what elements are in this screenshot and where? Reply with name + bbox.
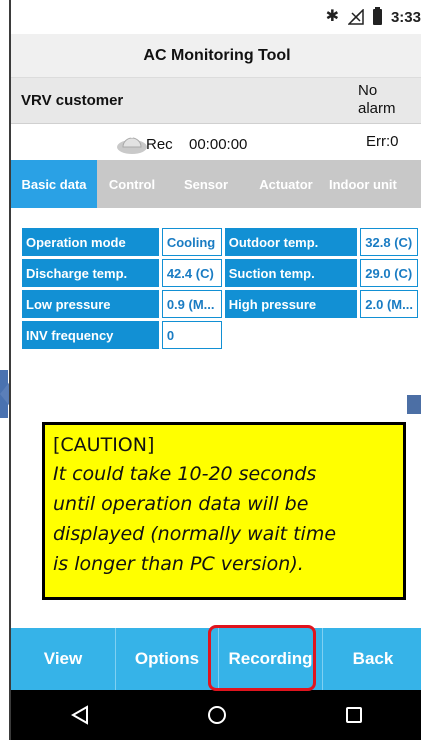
data-value: 2.0 (M...	[360, 290, 418, 318]
data-label: INV frequency	[22, 321, 159, 349]
caution-line: until operation data will be	[53, 493, 309, 515]
data-tabs: Basic data Control Sensor Actuator Indoo…	[11, 160, 421, 208]
data-value: 32.8 (C)	[360, 228, 418, 256]
phone-screenshot: ✱ 3:33 AC Monitoring Tool VRV customer N…	[0, 0, 421, 740]
data-value: 0.9 (M...	[161, 290, 222, 318]
recording-status-row: Rec 00:00:00 Err:0	[11, 124, 421, 160]
tab-indoor-unit[interactable]: Indoor unit	[327, 160, 421, 208]
data-label: High pressure	[224, 290, 358, 318]
options-button[interactable]: Options	[116, 628, 219, 690]
table-row: Operation mode Cooling Outdoor temp. 32.…	[22, 228, 418, 256]
nav-home-icon[interactable]	[187, 695, 247, 735]
caution-line: It could take 10-20 seconds	[53, 463, 317, 485]
tab-control[interactable]: Control	[97, 160, 167, 208]
basic-data-table: Operation mode Cooling Outdoor temp. 32.…	[19, 225, 421, 352]
nav-recents-icon[interactable]	[324, 695, 384, 735]
status-bar: ✱ 3:33	[11, 0, 421, 34]
recording-lamp-icon	[117, 135, 147, 154]
app-screen: ✱ 3:33 AC Monitoring Tool VRV customer N…	[9, 0, 421, 740]
bluetooth-icon: ✱	[325, 8, 339, 25]
customer-row: VRV customer No alarm	[11, 78, 421, 124]
data-value: Cooling	[161, 228, 222, 256]
view-button[interactable]: View	[11, 628, 116, 690]
data-label: Outdoor temp.	[224, 228, 358, 256]
table-row: Low pressure 0.9 (M... High pressure 2.0…	[22, 290, 418, 318]
data-value: 29.0 (C)	[360, 259, 418, 287]
data-label: Suction temp.	[224, 259, 358, 287]
customer-name: VRV customer	[21, 92, 124, 109]
error-count: Err:0	[366, 133, 399, 150]
alarm-status: No alarm	[358, 82, 396, 117]
table-row: INV frequency 0	[22, 321, 418, 349]
caution-callout: [CAUTION] It could take 10-20 seconds un…	[42, 422, 406, 600]
nav-back-icon[interactable]	[50, 695, 110, 735]
rec-timer: 00:00:00	[189, 136, 248, 153]
caution-line: is longer than PC version).	[53, 553, 304, 575]
battery-icon	[372, 7, 382, 25]
tutorial-marker	[407, 395, 421, 414]
tab-sensor[interactable]: Sensor	[167, 160, 245, 208]
data-label: Low pressure	[22, 290, 159, 318]
empty-cell	[225, 321, 358, 349]
app-title: AC Monitoring Tool	[143, 46, 291, 64]
data-value: 0	[161, 321, 222, 349]
back-button[interactable]: Back	[323, 628, 421, 690]
empty-cell	[360, 321, 418, 349]
signal-icon	[347, 9, 364, 25]
rec-label: Rec	[146, 136, 173, 153]
tab-basic-data[interactable]: Basic data	[11, 160, 97, 208]
tab-actuator[interactable]: Actuator	[245, 160, 327, 208]
data-value: 42.4 (C)	[161, 259, 222, 287]
android-nav-bar	[11, 690, 421, 740]
table-row: Discharge temp. 42.4 (C) Suction temp. 2…	[22, 259, 418, 287]
data-label: Discharge temp.	[22, 259, 159, 287]
app-title-bar: AC Monitoring Tool	[11, 34, 421, 78]
recording-button[interactable]: Recording	[219, 628, 323, 690]
data-label: Operation mode	[22, 228, 159, 256]
bottom-button-bar: View Options Recording Back	[11, 628, 421, 690]
caution-title: [CAUTION]	[53, 434, 155, 456]
caution-line: displayed (normally wait time	[53, 523, 337, 545]
status-time: 3:33	[390, 8, 421, 26]
